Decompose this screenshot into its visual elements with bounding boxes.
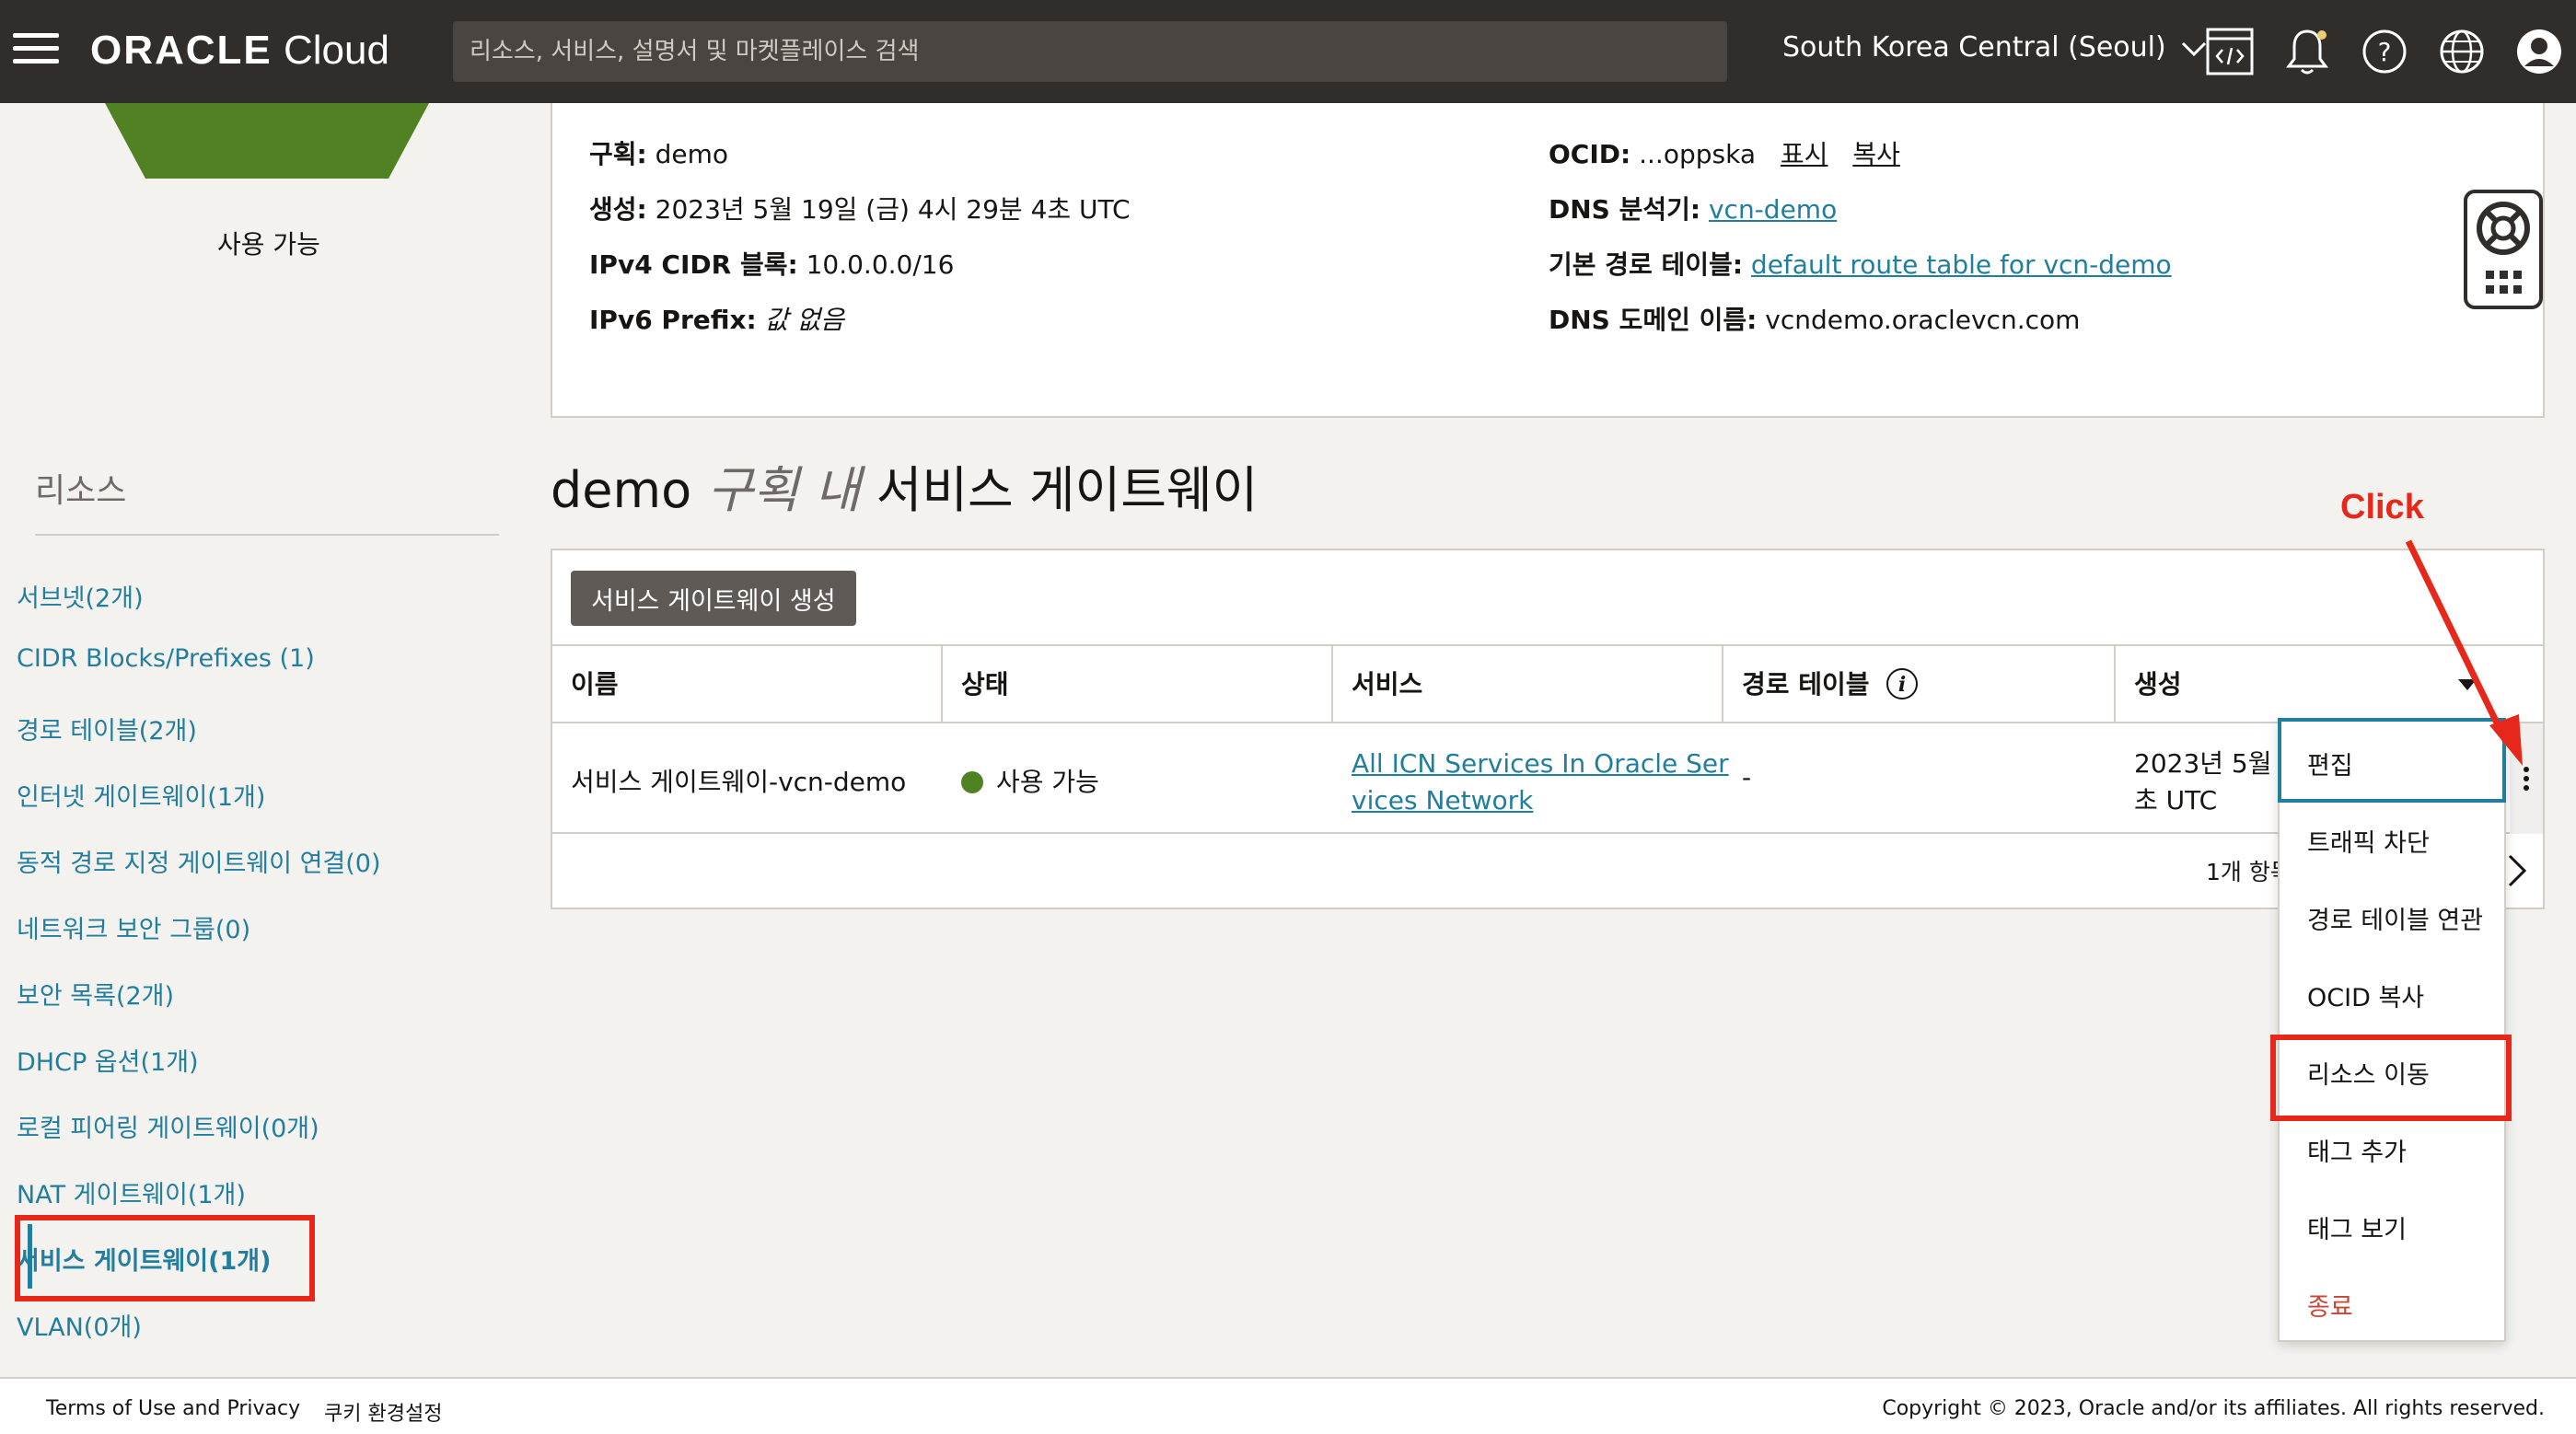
resource-link-security-lists[interactable]: 보안 목록(2개)	[17, 976, 174, 1012]
column-header-route-table[interactable]: 경로 테이블 i	[1723, 646, 2116, 723]
resource-link-dhcp-options[interactable]: DHCP 옵션(1개)	[17, 1042, 199, 1078]
column-header-status[interactable]: 상태	[943, 646, 1333, 723]
menu-item-associate-route-table[interactable]: 경로 테이블 연관	[2307, 900, 2483, 936]
route-table-link[interactable]: default route table for vcn-demo	[1751, 249, 2172, 280]
top-navigation-bar: ORACLE Cloud South Korea Central (Seoul)…	[0, 0, 2576, 103]
terms-privacy-link[interactable]: Terms of Use and Privacy	[46, 1397, 300, 1420]
service-link-line1[interactable]: All ICN Services In Oracle Ser	[1352, 748, 1729, 779]
service-gateways-table-panel: 서비스 게이트웨이 생성 이름 상태 서비스 경로 테이블 i 생성 서비스 게…	[551, 549, 2545, 909]
resources-divider	[35, 534, 499, 536]
resource-link-internet-gateways[interactable]: 인터넷 게이트웨이(1개)	[17, 777, 265, 813]
annotation-box-service-gateways	[15, 1215, 315, 1301]
vcn-status-label: 사용 가능	[217, 229, 320, 260]
compartment-field: 구획: demo	[589, 139, 729, 169]
resource-link-lpgs[interactable]: 로컬 피어링 게이트웨이(0개)	[17, 1108, 319, 1144]
table-header: 이름 상태 서비스 경로 테이블 i 생성	[552, 644, 2543, 723]
dns-resolver-link[interactable]: vcn-demo	[1709, 194, 1837, 225]
resource-link-subnets[interactable]: 서브넷(2개)	[17, 578, 144, 614]
dns-domain-field: DNS 도메인 이름: vcndemo.oraclevcn.com	[1549, 305, 2081, 335]
resource-link-nat-gateways[interactable]: NAT 게이트웨이(1개)	[17, 1174, 246, 1210]
region-selector[interactable]: South Korea Central (Seoul)	[1782, 31, 2208, 64]
cookie-preferences-link[interactable]: 쿠키 환경설정	[324, 1397, 442, 1427]
ipv6-prefix-field: IPv6 Prefix: 값 없음	[589, 305, 844, 335]
vcn-details-card: 구획: demo 생성: 2023년 5월 19일 (금) 4시 29분 4초 …	[551, 103, 2545, 418]
menu-item-block-traffic[interactable]: 트래픽 차단	[2307, 823, 2430, 859]
resource-link-route-tables[interactable]: 경로 테이블(2개)	[17, 711, 197, 746]
column-header-name[interactable]: 이름	[552, 646, 943, 723]
gateway-name-cell: 서비스 게이트웨이-vcn-demo	[571, 767, 907, 797]
annotation-box-move-resource	[2270, 1035, 2512, 1121]
annotation-arrow-icon	[2405, 539, 2523, 766]
table-row: 서비스 게이트웨이-vcn-demo 사용 가능 All ICN Service…	[552, 723, 2543, 834]
hamburger-menu-icon[interactable]	[13, 33, 59, 70]
help-icon[interactable]: ?	[2359, 26, 2410, 77]
resource-link-drg-attachments[interactable]: 동적 경로 지정 게이트웨이 연결(0)	[17, 843, 381, 879]
resource-link-nsgs[interactable]: 네트워크 보안 그룹(0)	[17, 909, 250, 945]
gateway-created-cell: 2023년 5월 1초 UTC	[2134, 748, 2297, 815]
dns-resolver-field: DNS 분석기: vcn-demo	[1549, 194, 1838, 225]
ocid-show-link[interactable]: 표시	[1781, 139, 1828, 169]
user-icon[interactable]	[2513, 26, 2565, 77]
resource-link-vlans[interactable]: VLAN(0개)	[17, 1307, 142, 1343]
help-widget[interactable]	[2464, 190, 2543, 309]
section-title: demo 구획 내 서비스 게이트웨이	[551, 461, 1259, 519]
created-field: 생성: 2023년 5월 19일 (금) 4시 29분 4초 UTC	[589, 194, 1131, 225]
status-hexagon-icon	[105, 103, 429, 179]
menu-item-terminate[interactable]: 종료	[2307, 1287, 2353, 1323]
next-page-icon[interactable]	[2504, 852, 2530, 889]
ocid-field: OCID: ...oppska 표시 복사	[1549, 139, 1900, 169]
search-input[interactable]	[453, 21, 1727, 82]
globe-icon[interactable]	[2436, 26, 2488, 77]
gateway-status-cell: 사용 가능	[961, 762, 1099, 799]
copyright-text: Copyright © 2023, Oracle and/or its affi…	[1882, 1397, 2545, 1420]
code-editor-icon[interactable]	[2204, 26, 2256, 77]
footer: Terms of Use and Privacy 쿠키 환경설정 Copyrig…	[0, 1377, 2576, 1434]
resource-link-cidr-blocks[interactable]: CIDR Blocks/Prefixes (1)	[17, 644, 315, 673]
row-actions-menu: 편집 트래픽 차단 경로 테이블 연관 OCID 복사 리소스 이동 태그 추가…	[2278, 718, 2506, 1342]
lifebuoy-icon	[2477, 202, 2530, 294]
info-icon[interactable]: i	[1886, 667, 1919, 700]
oracle-cloud-logo[interactable]: ORACLE Cloud	[90, 28, 389, 74]
menu-item-copy-ocid[interactable]: OCID 복사	[2307, 977, 2424, 1013]
menu-item-add-tags[interactable]: 태그 추가	[2307, 1132, 2407, 1168]
gateway-route-table-cell: -	[1742, 762, 1752, 792]
create-service-gateway-button[interactable]: 서비스 게이트웨이 생성	[571, 571, 856, 626]
resources-title: 리소스	[35, 472, 127, 510]
service-link-line2[interactable]: vices Network	[1352, 785, 1533, 815]
status-available-dot	[961, 771, 983, 793]
bell-icon[interactable]	[2281, 26, 2333, 77]
column-header-service[interactable]: 서비스	[1333, 646, 1723, 723]
ocid-copy-link[interactable]: 복사	[1852, 139, 1900, 169]
route-table-field: 기본 경로 테이블: default route table for vcn-d…	[1549, 249, 2172, 280]
svg-text:?: ?	[2378, 37, 2392, 67]
gateway-service-link[interactable]: All ICN Services In Oracle Ser vices Net…	[1352, 746, 1729, 819]
menu-item-view-tags[interactable]: 태그 보기	[2307, 1209, 2407, 1245]
ipv4-cidr-field: IPv4 CIDR 블록: 10.0.0.0/16	[589, 249, 955, 280]
svg-text:i: i	[1898, 673, 1906, 697]
annotation-click-label: Click	[2340, 488, 2424, 526]
